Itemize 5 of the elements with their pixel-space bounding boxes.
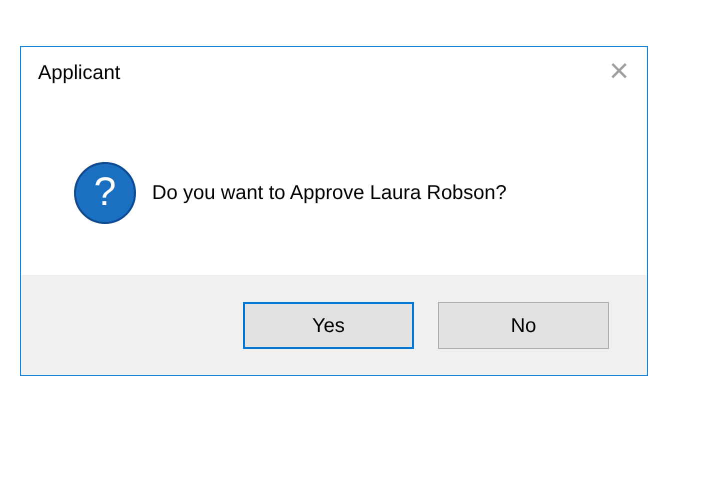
- message-text: Do you want to Approve Laura Robson?: [152, 181, 507, 206]
- dialog-button[interactable]: No: [438, 302, 609, 349]
- window-title: Applicant: [38, 61, 120, 85]
- question-icon: ?: [74, 162, 136, 224]
- dialog-button[interactable]: Yes: [243, 302, 414, 349]
